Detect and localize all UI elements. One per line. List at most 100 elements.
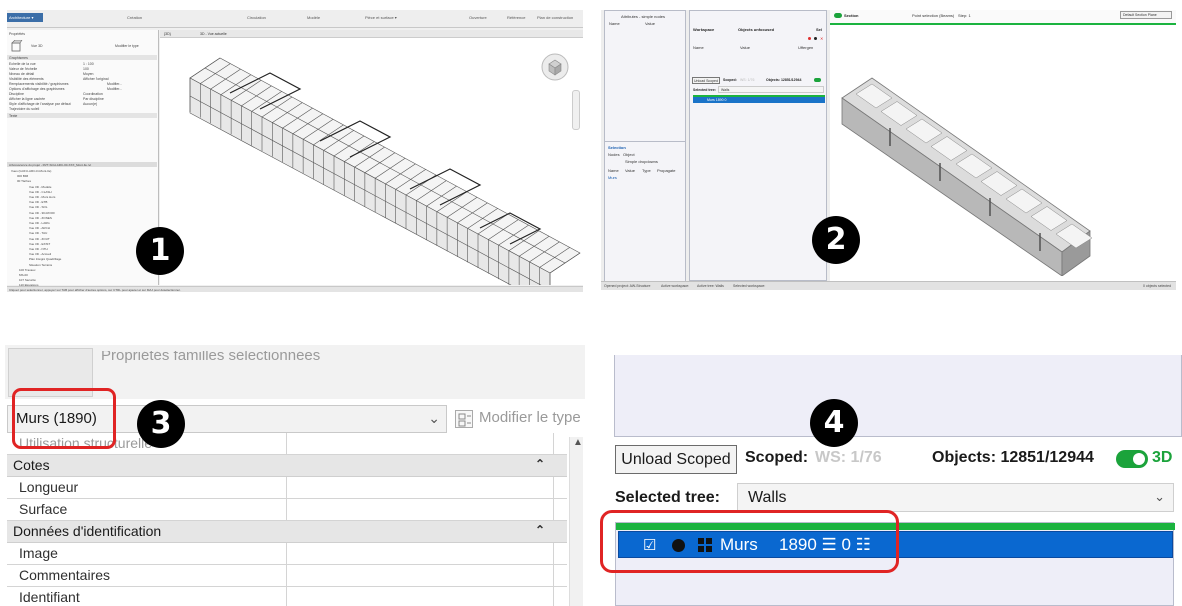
- tree-select-small[interactable]: Walls: [718, 86, 824, 93]
- sel-tab[interactable]: Object: [623, 152, 635, 157]
- prop-value[interactable]: 1 : 100: [83, 62, 94, 66]
- unload-scoped-button-small[interactable]: Unload Scoped: [692, 77, 720, 84]
- property-row[interactable]: Longueur: [7, 477, 567, 499]
- property-value-cell[interactable]: [287, 499, 554, 521]
- prop-value[interactable]: Modifier...: [107, 87, 122, 91]
- viewer-toolbar: Section Point selection (Beams) Step: 1 …: [830, 10, 1176, 24]
- prop-label: Visibilité des éléments: [9, 77, 44, 81]
- ribbon-tab[interactable]: Plan de construction: [537, 15, 573, 20]
- ribbon-tab[interactable]: Ouverture: [469, 15, 487, 20]
- browser-item[interactable]: Vues (GUFU-ARC-D-Mont-Ile): [11, 169, 51, 173]
- property-row[interactable]: Commentaires: [7, 565, 567, 587]
- prop-value[interactable]: Moyen: [83, 72, 94, 76]
- architecture-tab-button[interactable]: Architecture ▾: [7, 13, 43, 22]
- section-toggle[interactable]: [834, 13, 842, 18]
- browser-item[interactable]: Vue 3D - ARCH: [29, 226, 50, 230]
- browser-item[interactable]: Vue 3D - CLASH: [29, 190, 52, 194]
- browser-item[interactable]: Vue 3D - NTH: [29, 247, 48, 251]
- chevron-down-icon[interactable]: ⌄: [428, 410, 440, 427]
- unload-scoped-button[interactable]: Unload Scoped: [615, 445, 737, 474]
- browser-item[interactable]: Vue 3D - Accueil: [29, 252, 51, 256]
- building-3d-render[interactable]: [830, 26, 1176, 276]
- browser-item[interactable]: Vue 3D - Murs Hors: [29, 195, 55, 199]
- status-item: Selected workspace:: [733, 284, 766, 288]
- scoped-label: Scoped:: [745, 449, 809, 466]
- collapse-chevron-icon[interactable]: ⌃: [535, 457, 545, 471]
- prop-value[interactable]: Par discipline: [83, 97, 104, 101]
- browser-item[interactable]: 107 Sécurité: [19, 278, 36, 282]
- viewcube-icon[interactable]: [540, 52, 570, 82]
- modify-type-button[interactable]: Modifier le type: [451, 405, 585, 433]
- property-row[interactable]: Surface: [7, 499, 567, 521]
- property-label: Commentaires: [19, 567, 111, 583]
- prop-value[interactable]: Afficher l'original: [83, 77, 109, 81]
- selection-pane: Selection Nodes Object Simple dropdowns …: [605, 141, 685, 281]
- property-value-cell[interactable]: [287, 433, 554, 455]
- chevron-down-icon[interactable]: ⌄: [1154, 489, 1165, 505]
- sel-tab[interactable]: Nodes: [608, 152, 620, 157]
- prop-label: Echelle de la vue: [9, 62, 36, 66]
- property-value-cell[interactable]: [287, 477, 554, 499]
- browser-item[interactable]: Plan Intégré Quadrillage: [29, 257, 61, 261]
- browser-item[interactable]: Vue 3D - Modèle: [29, 185, 51, 189]
- collapse-chevron-icon[interactable]: ⌃: [535, 523, 545, 537]
- prop-value[interactable]: 100: [83, 67, 89, 71]
- section-label: Section: [844, 13, 859, 18]
- prop-label: Valeur de l'échelle: [9, 67, 38, 71]
- browser-item[interactable]: Vue 3D - TAU: [29, 231, 47, 235]
- properties-scrollbar[interactable]: ▲: [569, 437, 583, 606]
- prop-value[interactable]: Modifier...: [107, 82, 122, 86]
- 3d-viewport[interactable]: {3D} 3D - Vue actuelle 1: [136, 30, 583, 285]
- edit-type-button[interactable]: Modifier le type: [115, 44, 139, 48]
- close-icon[interactable]: ✕: [820, 36, 823, 41]
- browser-item[interactable]: Vue 3D - ZONES: [29, 216, 52, 220]
- browser-item[interactable]: 100 Travaux: [19, 268, 36, 272]
- prop-value[interactable]: Coordination: [83, 92, 103, 96]
- navigation-bar[interactable]: [572, 90, 580, 130]
- property-value-cell[interactable]: [287, 587, 554, 606]
- ribbon-tab[interactable]: Circulation: [247, 15, 266, 20]
- browser-item[interactable]: Vue 3D - 3D-ROOF: [29, 211, 55, 215]
- property-label: Cotes: [13, 457, 50, 473]
- property-row[interactable]: Image: [7, 543, 567, 565]
- building-wireframe-model[interactable]: [160, 38, 583, 285]
- browser-item[interactable]: 00 Tâches: [17, 179, 31, 183]
- ribbon-tab[interactable]: Modèle: [307, 15, 320, 20]
- browser-item[interactable]: Vue 3D - SOL: [29, 205, 48, 209]
- attr-col: Value: [645, 21, 655, 26]
- view-tabs: {3D} 3D - Vue actuelle: [160, 30, 583, 38]
- tree-select[interactable]: Walls ⌄: [737, 483, 1174, 512]
- sel-col: Name: [608, 168, 619, 173]
- 3d-viewer-pane[interactable]: Section Point selection (Beams) Step: 1 …: [812, 10, 1176, 281]
- property-value-cell[interactable]: [287, 565, 554, 587]
- tree-row-selected-small[interactable]: Murs 1890 0: [693, 97, 825, 103]
- prop-value[interactable]: Aucun(e): [83, 102, 97, 106]
- browser-item[interactable]: MS-00: [19, 273, 28, 277]
- browser-item[interactable]: Vue 3D - ETB: [29, 200, 47, 204]
- browser-item[interactable]: Vue 3D - LARG: [29, 221, 50, 225]
- property-group-header[interactable]: Cotes ⌃: [7, 455, 567, 477]
- property-label: Surface: [19, 501, 68, 517]
- type-name: Vue 3D: [31, 44, 43, 48]
- ribbon-tab[interactable]: Pièce et surface ▾: [365, 15, 397, 20]
- 3d-toggle-small[interactable]: [814, 78, 821, 82]
- default-section-plane-button[interactable]: Default Section Plane: [1120, 11, 1172, 19]
- scroll-up-icon[interactable]: ▲: [573, 437, 583, 448]
- ribbon-tab[interactable]: Référence: [507, 15, 525, 20]
- browser-item[interactable]: 000 BIM: [17, 174, 28, 178]
- property-value-cell[interactable]: [287, 543, 554, 565]
- view-tab[interactable]: 3D - Vue actuelle: [200, 32, 227, 36]
- plugin-screenshot-panel: Attributes - simple nodes Name Value Sel…: [601, 10, 1176, 290]
- 3d-toggle[interactable]: [1116, 450, 1148, 468]
- sel-row[interactable]: Murs: [608, 175, 617, 180]
- ribbon-tab[interactable]: Création: [127, 15, 142, 20]
- sel-col: Propagate: [657, 168, 676, 173]
- graphics-header: Graphismes: [9, 56, 28, 60]
- property-row[interactable]: Identifiant: [7, 587, 567, 606]
- browser-item[interactable]: Vue 3D - EXIST: [29, 242, 50, 246]
- plugin-zoom-panel: 4 Unload Scoped Scoped: WS: 1/76 Objects…: [600, 345, 1182, 606]
- browser-item[interactable]: Vue 3D - ZOUT: [29, 237, 50, 241]
- view-tab[interactable]: {3D}: [164, 32, 171, 36]
- browser-item[interactable]: Situation Terrains: [29, 263, 52, 267]
- property-group-header[interactable]: Données d'identification ⌃: [7, 521, 567, 543]
